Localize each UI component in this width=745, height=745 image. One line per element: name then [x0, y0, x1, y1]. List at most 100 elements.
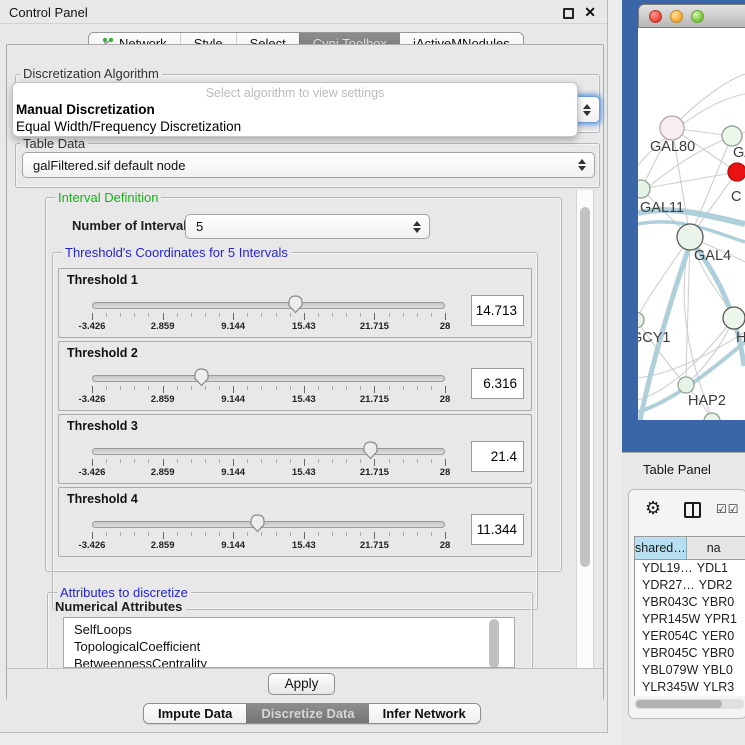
cell-name[interactable]: YBR0	[698, 594, 745, 611]
table-row[interactable]: YER054CYER0	[635, 628, 745, 645]
dropdown-prompt: Select algorithm to view settings	[13, 86, 577, 100]
table-row[interactable]: YBR045CYBR0	[635, 645, 745, 662]
table-horizontal-scrollbar-thumb[interactable]	[636, 700, 722, 708]
network-canvas[interactable]: GAL80GACGAL11GAL4GCY1HHAP2	[638, 28, 745, 420]
slider-tick	[106, 386, 107, 390]
cell-shared-name[interactable]: YER054C	[635, 628, 698, 645]
numerical-attributes-list[interactable]: SelfLoopsTopologicalCoefficientBetweenne…	[63, 617, 515, 668]
settings-scrollbar-thumb[interactable]	[580, 207, 590, 567]
table-horizontal-scrollbar[interactable]	[634, 699, 744, 709]
network-node-gal4[interactable]	[677, 224, 703, 250]
cell-name[interactable]: YLR3	[699, 679, 745, 696]
attribute-list-item[interactable]: BetweennessCentrality	[64, 655, 514, 668]
slider-handle[interactable]	[287, 294, 304, 314]
gear-icon[interactable]: ⚙	[645, 498, 661, 519]
settings-scrollbar[interactable]	[576, 190, 594, 668]
network-node-gal11[interactable]	[638, 180, 650, 198]
cell-shared-name[interactable]: YBR045C	[635, 645, 698, 662]
slider-handle[interactable]	[362, 440, 379, 460]
cell-name[interactable]: YER0	[698, 628, 745, 645]
slider-tick	[290, 386, 291, 390]
zoom-window-icon[interactable]	[691, 10, 704, 23]
cell-name[interactable]: YDL1	[693, 560, 745, 577]
node-label-ga: GA	[733, 145, 745, 161]
control-panel: Control Panel ✕ Network Style Select Cyn…	[0, 0, 608, 733]
network-node-gal80[interactable]	[660, 116, 684, 140]
tab-impute-data[interactable]: Impute Data	[144, 704, 246, 723]
node-label-h: H	[736, 330, 745, 346]
table-data-combobox[interactable]: galFiltered.sif default node	[22, 152, 595, 178]
slider-tick	[177, 459, 178, 463]
slider-tick	[318, 313, 319, 317]
slider-handle[interactable]	[249, 513, 266, 533]
slider-tick	[290, 459, 291, 463]
dropdown-option-manual-discretization[interactable]: Manual Discretization	[16, 102, 155, 117]
slider-tick	[247, 459, 248, 463]
slider-tick-label: -3.426	[79, 540, 106, 551]
slider-tick-label: 28	[440, 540, 451, 551]
network-node-ga[interactable]	[722, 126, 742, 146]
close-panel-icon[interactable]: ✕	[584, 4, 596, 21]
slider-tick	[276, 313, 277, 317]
slider-handle[interactable]	[193, 367, 210, 387]
attribute-list-item[interactable]: SelfLoops	[64, 621, 514, 638]
table-row[interactable]: YLR345WYLR3	[635, 679, 745, 696]
slider-tick	[92, 313, 93, 320]
network-node-c[interactable]	[728, 163, 745, 181]
cell-name[interactable]: YDR2	[695, 577, 745, 594]
cell-name[interactable]: YBL0	[698, 662, 745, 679]
table-row[interactable]: YPR145WYPR1	[635, 611, 745, 628]
column-header-shared-name[interactable]: shared…	[635, 537, 687, 559]
tab-infer-network[interactable]: Infer Network	[369, 704, 480, 723]
slider-tick	[445, 532, 446, 539]
slider-tick	[233, 386, 234, 393]
minimize-window-icon[interactable]	[670, 10, 683, 23]
network-node-gcy1[interactable]	[638, 312, 644, 328]
attributes-scrollbar-thumb[interactable]	[489, 619, 499, 668]
cell-shared-name[interactable]: YPR145W	[635, 611, 700, 628]
cell-shared-name[interactable]: YDR27…	[635, 577, 695, 594]
attributes-scrollbar[interactable]	[488, 618, 500, 667]
cell-shared-name[interactable]: YBL079W	[635, 662, 698, 679]
slider-tick-label: 15.43	[292, 467, 316, 478]
threshold-1-value-field[interactable]: 14.713	[471, 295, 524, 326]
threshold-3-value-field[interactable]: 21.4	[471, 441, 524, 472]
application-window: Control Panel ✕ Network Style Select Cyn…	[0, 0, 745, 745]
threshold-4-value-field[interactable]: 11.344	[471, 514, 524, 545]
slider-tick	[163, 386, 164, 393]
slider-tick	[445, 313, 446, 320]
cell-name[interactable]: YBR0	[698, 645, 745, 662]
tab-discretize-data[interactable]: Discretize Data	[246, 704, 368, 723]
float-panel-icon[interactable]	[563, 8, 574, 19]
column-header-name[interactable]: na	[687, 537, 745, 559]
cell-shared-name[interactable]: YLR345W	[635, 679, 699, 696]
cell-shared-name[interactable]: YDL19…	[635, 560, 693, 577]
network-node-h[interactable]	[723, 307, 745, 329]
table-row[interactable]: YBR043CYBR0	[635, 594, 745, 611]
node-attribute-table[interactable]: shared… na YDL19…YDL1YDR27…YDR2YBR043CYB…	[634, 536, 745, 696]
slider-tick	[219, 459, 220, 463]
node-label-gal4: GAL4	[694, 248, 731, 264]
slider-tick	[332, 313, 333, 317]
table-row[interactable]: YBL079WYBL0	[635, 662, 745, 679]
apply-button[interactable]: Apply	[268, 673, 335, 695]
table-row[interactable]: YDL19…YDL1	[635, 560, 745, 577]
slider-tick	[219, 532, 220, 536]
network-window-titlebar[interactable]	[638, 4, 745, 28]
attribute-list-item[interactable]: TopologicalCoefficient	[64, 638, 514, 655]
network-node-hap2[interactable]	[678, 377, 694, 393]
cyni-bottom-tabs: Impute Data Discretize Data Infer Networ…	[143, 703, 481, 724]
close-window-icon[interactable]	[649, 10, 662, 23]
cell-name[interactable]: YPR1	[700, 611, 745, 628]
dropdown-option-equal-width-frequency[interactable]: Equal Width/Frequency Discretization	[16, 119, 241, 134]
slider-tick	[360, 313, 361, 317]
column-layout-icon[interactable]	[684, 502, 701, 518]
select-columns-icon[interactable]: ☑☑	[716, 502, 740, 516]
slider-tick	[205, 459, 206, 463]
num-intervals-combobox[interactable]: 5	[185, 214, 430, 239]
threshold-2-value-field[interactable]: 6.316	[471, 368, 524, 399]
slider-tick	[163, 313, 164, 320]
network-node[interactable]	[704, 413, 720, 420]
table-row[interactable]: YDR27…YDR2	[635, 577, 745, 594]
cell-shared-name[interactable]: YBR043C	[635, 594, 698, 611]
